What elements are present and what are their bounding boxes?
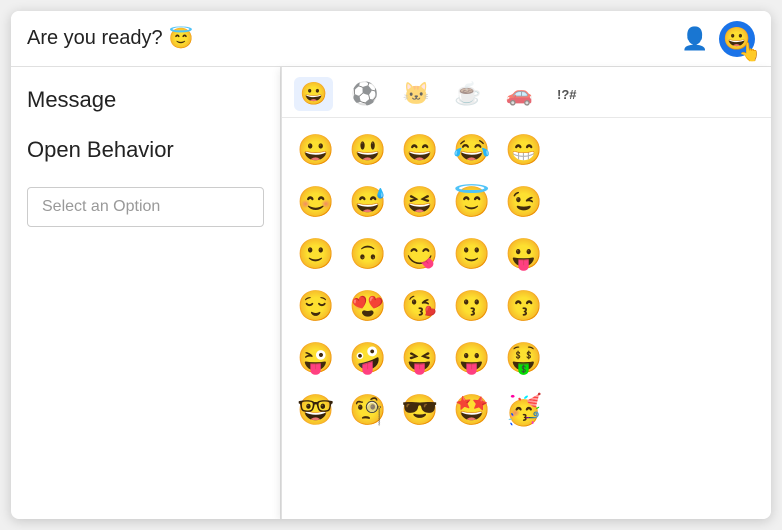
emoji-slightly-smiling[interactable]: 🙂 xyxy=(292,230,340,278)
emoji-joy[interactable]: 😂 xyxy=(448,126,496,174)
tab-animals[interactable]: 🐱 xyxy=(397,77,436,111)
header-title: Are you ready? 😇 xyxy=(27,26,194,51)
emoji-halo[interactable]: 😇 xyxy=(448,178,496,226)
header: Are you ready? 😇 👤 😀 👆 xyxy=(11,11,771,67)
emoji-kissing-smiling-eyes[interactable]: 😙 xyxy=(500,282,548,330)
emoji-yum[interactable]: 😋 xyxy=(396,230,444,278)
emoji-money-mouth[interactable]: 🤑 xyxy=(500,334,548,382)
emoji-zany[interactable]: 🤪 xyxy=(344,334,392,382)
content-area: Message Open Behavior Select an Option 😀… xyxy=(11,67,771,519)
tab-sports[interactable]: ⚽ xyxy=(345,77,384,111)
emoji-icon-button[interactable]: 😀 👆 xyxy=(719,21,755,57)
smiley-icon: 😀 xyxy=(723,26,750,52)
header-icons: 👤 😀 👆 xyxy=(677,21,755,57)
emoji-row-4: 😌 😍 😘 😗 😙 xyxy=(292,282,761,330)
emoji-grid[interactable]: 😀 😃 😄 😂 😁 😊 😅 😆 😇 😉 🙂 🙃 😋 xyxy=(282,118,771,519)
emoji-row-6: 🤓 🧐 😎 🤩 🥳 xyxy=(292,386,761,434)
tab-symbols[interactable]: !?# xyxy=(551,83,583,106)
emoji-row-2: 😊 😅 😆 😇 😉 xyxy=(292,178,761,226)
person-icon: 👤 xyxy=(681,26,708,52)
open-behavior-label: Open Behavior xyxy=(27,137,264,163)
emoji-monocle[interactable]: 🧐 xyxy=(344,386,392,434)
emoji-smile[interactable]: 😄 xyxy=(396,126,444,174)
tab-smileys[interactable]: 😀 xyxy=(294,77,333,111)
left-panel: Message Open Behavior Select an Option xyxy=(11,67,281,519)
emoji-grin[interactable]: 😁 xyxy=(500,126,548,174)
emoji-squinting-tongue[interactable]: 😝 xyxy=(396,334,444,382)
emoji-row-1: 😀 😃 😄 😂 😁 xyxy=(292,126,761,174)
emoji-wink[interactable]: 😉 xyxy=(500,178,548,226)
emoji-sunglasses[interactable]: 😎 xyxy=(396,386,444,434)
emoji-row-5: 😜 🤪 😝 😛 🤑 xyxy=(292,334,761,382)
emoji-sweat-smile[interactable]: 😅 xyxy=(344,178,392,226)
person-icon-button[interactable]: 👤 xyxy=(677,21,713,57)
emoji-partying[interactable]: 🥳 xyxy=(500,386,548,434)
emoji-grinning[interactable]: 😀 xyxy=(292,126,340,174)
emoji-stuck-out-tongue[interactable]: 😛 xyxy=(500,230,548,278)
tab-food[interactable]: ☕ xyxy=(448,77,487,111)
emoji-heart-eyes[interactable]: 😍 xyxy=(344,282,392,330)
emoji-nerd[interactable]: 🤓 xyxy=(292,386,340,434)
emoji-simple-smile[interactable]: 🙂 xyxy=(448,230,496,278)
tab-travel[interactable]: 🚗 xyxy=(500,77,539,111)
emoji-kissing[interactable]: 😗 xyxy=(448,282,496,330)
emoji-winking-tongue[interactable]: 😜 xyxy=(292,334,340,382)
emoji-blush[interactable]: 😊 xyxy=(292,178,340,226)
main-window: Are you ready? 😇 👤 😀 👆 Message Open Beha… xyxy=(11,11,771,519)
emoji-kissing-heart[interactable]: 😘 xyxy=(396,282,444,330)
header-title-emoji: 😇 xyxy=(169,26,194,51)
emoji-picker-panel: 😀 ⚽ 🐱 ☕ 🚗 !?# 😀 😃 😄 😂 😁 😊 😅 xyxy=(281,67,771,519)
emoji-laughing[interactable]: 😆 xyxy=(396,178,444,226)
emoji-star-struck[interactable]: 🤩 xyxy=(448,386,496,434)
emoji-relieved[interactable]: 😌 xyxy=(292,282,340,330)
emoji-upside-down[interactable]: 🙃 xyxy=(344,230,392,278)
message-label: Message xyxy=(27,87,264,113)
emoji-smiley[interactable]: 😃 xyxy=(344,126,392,174)
emoji-tongue[interactable]: 😛 xyxy=(448,334,496,382)
emoji-row-3: 🙂 🙃 😋 🙂 😛 xyxy=(292,230,761,278)
emoji-tabs: 😀 ⚽ 🐱 ☕ 🚗 !?# xyxy=(282,67,771,118)
select-option-dropdown[interactable]: Select an Option xyxy=(27,187,264,227)
header-title-text: Are you ready? xyxy=(27,27,163,50)
